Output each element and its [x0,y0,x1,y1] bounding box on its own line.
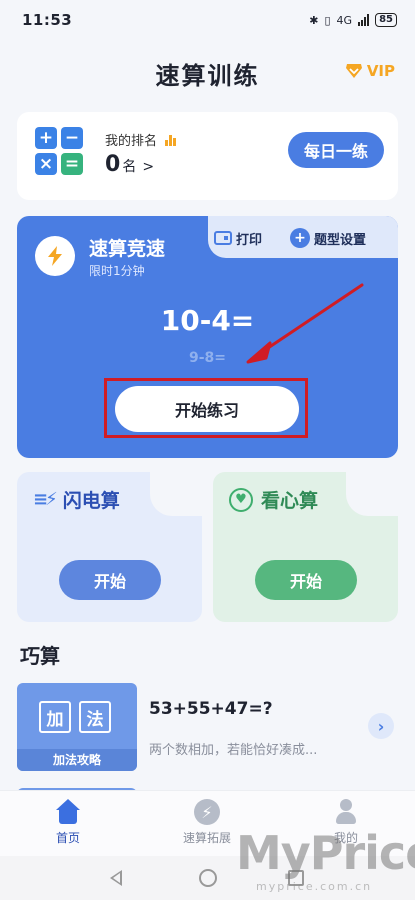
print-label: 打印 [236,232,263,248]
nav-home[interactable]: 首页 [18,799,118,846]
race-subtitle: 限时1分钟 [89,264,145,278]
vip-label: VIP [366,62,395,80]
question-settings-label: 题型设置 [314,232,367,248]
calculator-icon: + − × = [35,127,83,175]
trick-card[interactable]: 加 法 加法攻略 53+55+47=? 两个数相加，若能恰好凑成... › [17,683,398,773]
rank-value-link[interactable]: 0 名 > [105,152,154,177]
mental-mode-title: ♥ 看心算 [229,486,318,513]
print-icon [214,231,232,245]
section-title: 巧算 [20,644,60,668]
back-icon[interactable] [110,870,122,886]
thumb-label: 加法攻略 [17,749,137,771]
nav-expand[interactable]: ⚡ 速算拓展 [157,799,257,846]
chevron-right-icon[interactable]: › [368,713,394,739]
home-icon [55,799,81,825]
flash-mode-title: ≡⚡ 闪电算 [33,486,120,513]
flash-mode-card[interactable]: ≡⚡ 闪电算 开始 [17,472,202,622]
nav-expand-label: 速算拓展 [182,831,231,845]
vip-button[interactable]: VIP [345,62,395,80]
bluetooth-icon: ✱ [309,13,319,27]
nav-profile[interactable]: 我的 [296,799,396,846]
daily-practice-button[interactable]: 每日一练 [288,132,384,168]
expand-icon: ⚡ [194,799,220,825]
system-nav-bar [0,856,415,900]
mental-mode-card[interactable]: ♥ 看心算 开始 [213,472,398,622]
network-label: 4G [336,13,353,27]
app-header: 速算训练 VIP [0,52,415,96]
race-options-tab: 打印 + 题型设置 [208,216,398,258]
race-title: 速算竞速 [89,238,166,260]
lightning-icon [35,236,75,276]
flash-mode-label: 闪电算 [62,490,120,512]
bottom-nav: 首页 ⚡ 速算拓展 我的 [0,790,415,856]
heart-icon: ♥ [229,487,253,512]
battery-icon: 85 [375,13,397,27]
nav-home-label: 首页 [55,831,80,845]
profile-icon [333,799,359,825]
vip-diamond-icon [345,64,362,78]
rank-card: + − × = 我的排名 0 名 > 每日一练 [17,112,398,200]
rank-unit: 名 [122,159,137,175]
thumb-char: 法 [79,701,111,733]
nav-profile-label: 我的 [333,831,358,845]
fast-forward-icon: ≡⚡ [33,489,58,510]
next-question: 9-8= [188,350,227,366]
rank-label-text: 我的排名 [105,134,158,149]
status-icons: ✱ ▯ 4G 85 [309,13,397,27]
chevron-right-icon: > [142,159,155,175]
card-notch [346,472,398,516]
trick-description: 两个数相加，若能恰好凑成... [149,743,318,758]
thumb-char: 加 [39,701,71,733]
rank-number: 0 [105,152,121,177]
flash-start-button[interactable]: 开始 [59,560,161,600]
trick-equation: 53+55+47=? [149,699,273,719]
home-circle-icon[interactable] [199,869,217,887]
print-button[interactable]: 打印 [214,226,262,250]
trick-thumbnail: 加 法 加法攻略 [17,683,137,771]
mental-start-button[interactable]: 开始 [255,560,357,600]
status-time: 11:53 [22,11,73,29]
plus-icon: + [290,228,310,248]
thumb-chars: 加 法 [39,701,111,733]
signal-icon [358,14,370,26]
question-settings-button[interactable]: + 题型设置 [290,226,366,250]
start-practice-button[interactable]: 开始练习 [115,386,299,432]
speed-race-card: 打印 + 题型设置 速算竞速 限时1分钟 10-4= 9-8= 开始练习 [17,216,398,458]
current-question: 10-4= [160,304,255,337]
status-bar: 11:53 ✱ ▯ 4G 85 [0,0,415,40]
card-notch [150,472,202,516]
ranking-bars-icon [165,134,177,146]
recent-apps-icon[interactable] [288,870,304,886]
vibrate-icon: ▯ [324,13,331,27]
rank-label: 我的排名 [105,130,177,149]
mental-mode-label: 看心算 [261,490,319,512]
